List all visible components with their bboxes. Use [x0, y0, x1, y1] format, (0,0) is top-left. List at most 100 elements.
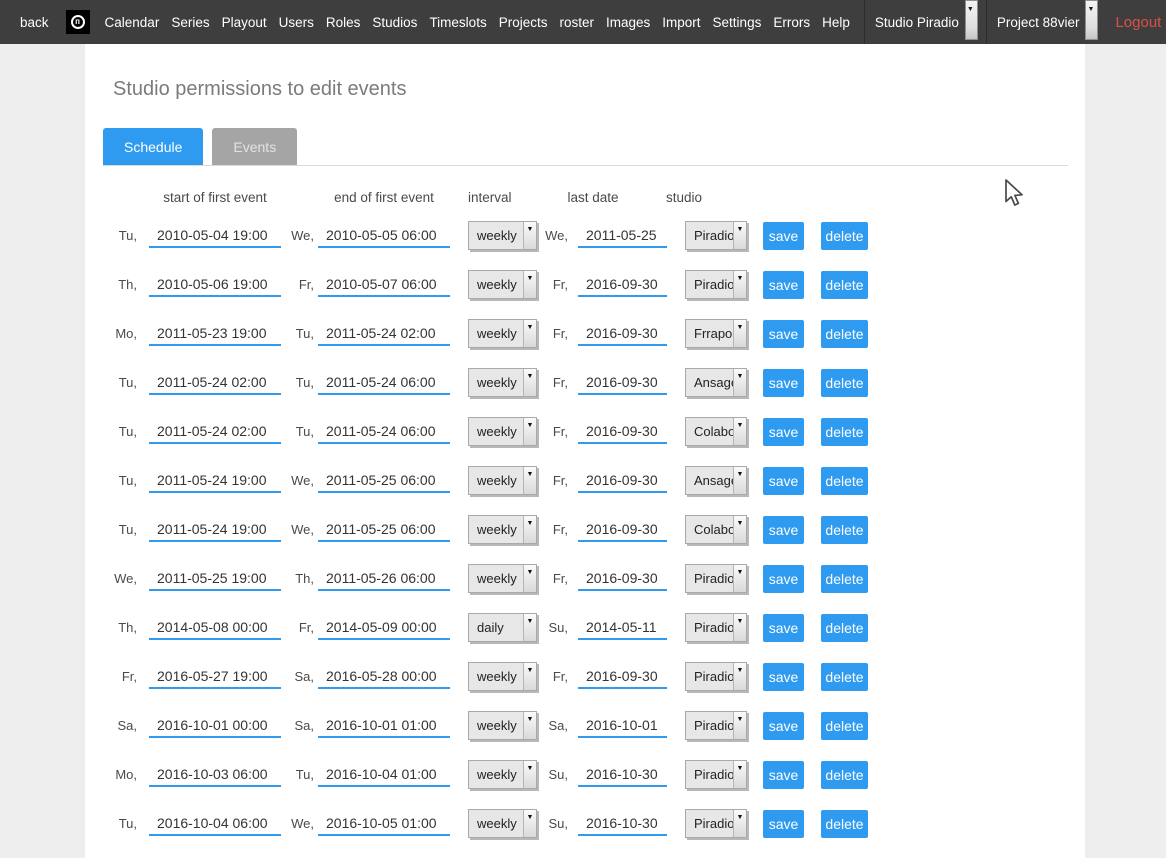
end-datetime-input[interactable] — [318, 566, 450, 591]
start-datetime-input[interactable] — [149, 811, 281, 836]
start-datetime-input[interactable] — [149, 419, 281, 444]
studio-select-scroll-strip[interactable]: ▼ — [965, 0, 978, 40]
save-button[interactable]: save — [763, 614, 804, 642]
delete-button[interactable]: delete — [821, 222, 868, 250]
start-datetime-input[interactable] — [149, 762, 281, 787]
interval-select[interactable]: weekly ▼ — [468, 662, 537, 691]
nav-item-users[interactable]: Users — [273, 15, 320, 30]
save-button[interactable]: save — [763, 810, 804, 838]
end-datetime-input[interactable] — [318, 272, 450, 297]
studio-row-select[interactable]: Frrapo ▼ — [685, 319, 747, 348]
end-datetime-input[interactable] — [318, 468, 450, 493]
last-date-input[interactable] — [578, 566, 667, 591]
end-datetime-input[interactable] — [318, 370, 450, 395]
save-button[interactable]: save — [763, 418, 804, 446]
nav-item-images[interactable]: Images — [600, 15, 656, 30]
nav-item-calendar[interactable]: Calendar — [99, 15, 166, 30]
save-button[interactable]: save — [763, 222, 804, 250]
save-button[interactable]: save — [763, 320, 804, 348]
delete-button[interactable]: delete — [821, 369, 868, 397]
delete-button[interactable]: delete — [821, 516, 868, 544]
delete-button[interactable]: delete — [821, 565, 868, 593]
interval-select[interactable]: weekly ▼ — [468, 711, 537, 740]
save-button[interactable]: save — [763, 565, 804, 593]
last-date-input[interactable] — [578, 517, 667, 542]
save-button[interactable]: save — [763, 663, 804, 691]
delete-button[interactable]: delete — [821, 712, 868, 740]
studio-row-select[interactable]: Piradio ▼ — [685, 760, 747, 789]
delete-button[interactable]: delete — [821, 418, 868, 446]
start-datetime-input[interactable] — [149, 566, 281, 591]
delete-button[interactable]: delete — [821, 614, 868, 642]
interval-select[interactable]: weekly ▼ — [468, 760, 537, 789]
start-datetime-input[interactable] — [149, 713, 281, 738]
interval-select[interactable]: daily ▼ — [468, 613, 537, 642]
end-datetime-input[interactable] — [318, 811, 450, 836]
studio-row-select[interactable]: Piradio ▼ — [685, 613, 747, 642]
nav-item-timeslots[interactable]: Timeslots — [423, 15, 492, 30]
end-datetime-input[interactable] — [318, 713, 450, 738]
save-button[interactable]: save — [763, 271, 804, 299]
project-select[interactable]: Project 88vier ▼ — [986, 0, 1099, 44]
save-button[interactable]: save — [763, 516, 804, 544]
end-datetime-input[interactable] — [318, 223, 450, 248]
interval-select[interactable]: weekly ▼ — [468, 809, 537, 838]
nav-item-import[interactable]: Import — [656, 15, 706, 30]
nav-item-roster[interactable]: roster — [553, 15, 600, 30]
studio-row-select[interactable]: Colabo ▼ — [685, 515, 747, 544]
studio-row-select[interactable]: Colabo ▼ — [685, 417, 747, 446]
end-datetime-input[interactable] — [318, 517, 450, 542]
delete-button[interactable]: delete — [821, 810, 868, 838]
project-select-scroll-strip[interactable]: ▼ — [1085, 0, 1098, 40]
save-button[interactable]: save — [763, 369, 804, 397]
interval-select[interactable]: weekly ▼ — [468, 564, 537, 593]
nav-item-help[interactable]: Help — [816, 15, 856, 30]
interval-select[interactable]: weekly ▼ — [468, 466, 537, 495]
delete-button[interactable]: delete — [821, 320, 868, 348]
start-datetime-input[interactable] — [149, 272, 281, 297]
last-date-input[interactable] — [578, 713, 667, 738]
nav-item-playout[interactable]: Playout — [216, 15, 273, 30]
back-link[interactable]: back — [12, 15, 57, 30]
start-datetime-input[interactable] — [149, 321, 281, 346]
start-datetime-input[interactable] — [149, 664, 281, 689]
last-date-input[interactable] — [578, 762, 667, 787]
delete-button[interactable]: delete — [821, 271, 868, 299]
interval-select[interactable]: weekly ▼ — [468, 221, 537, 250]
delete-button[interactable]: delete — [821, 761, 868, 789]
end-datetime-input[interactable] — [318, 321, 450, 346]
studio-row-select[interactable]: Piradio ▼ — [685, 711, 747, 740]
studio-row-select[interactable]: Piradio ▼ — [685, 270, 747, 299]
start-datetime-input[interactable] — [149, 468, 281, 493]
nav-item-studios[interactable]: Studios — [366, 15, 423, 30]
studio-select[interactable]: Studio Piradio ▼ — [864, 0, 978, 44]
studio-row-select[interactable]: Ansage ▼ — [685, 466, 747, 495]
interval-select[interactable]: weekly ▼ — [468, 515, 537, 544]
nav-item-series[interactable]: Series — [165, 15, 215, 30]
nav-item-errors[interactable]: Errors — [767, 15, 816, 30]
save-button[interactable]: save — [763, 761, 804, 789]
interval-select[interactable]: weekly ▼ — [468, 270, 537, 299]
start-datetime-input[interactable] — [149, 517, 281, 542]
save-button[interactable]: save — [763, 467, 804, 495]
delete-button[interactable]: delete — [821, 467, 868, 495]
interval-select[interactable]: weekly ▼ — [468, 417, 537, 446]
end-datetime-input[interactable] — [318, 419, 450, 444]
last-date-input[interactable] — [578, 615, 667, 640]
tab-events[interactable]: Events — [212, 128, 297, 165]
last-date-input[interactable] — [578, 223, 667, 248]
last-date-input[interactable] — [578, 370, 667, 395]
studio-row-select[interactable]: Piradio ▼ — [685, 564, 747, 593]
studio-row-select[interactable]: Piradio ▼ — [685, 662, 747, 691]
piradio-logo-icon[interactable]: п — [66, 10, 90, 34]
studio-row-select[interactable]: Piradio ▼ — [685, 221, 747, 250]
start-datetime-input[interactable] — [149, 370, 281, 395]
studio-row-select[interactable]: Piradio ▼ — [685, 809, 747, 838]
interval-select[interactable]: weekly ▼ — [468, 368, 537, 397]
last-date-input[interactable] — [578, 468, 667, 493]
start-datetime-input[interactable] — [149, 615, 281, 640]
end-datetime-input[interactable] — [318, 762, 450, 787]
last-date-input[interactable] — [578, 664, 667, 689]
save-button[interactable]: save — [763, 712, 804, 740]
nav-item-projects[interactable]: Projects — [493, 15, 554, 30]
